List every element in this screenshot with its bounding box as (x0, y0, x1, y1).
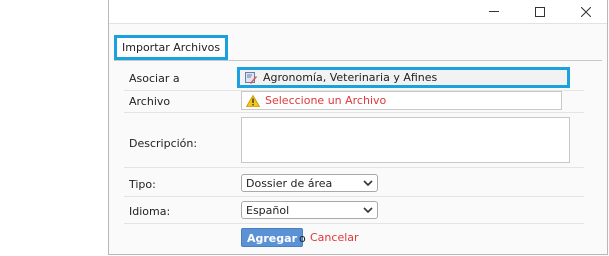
asociar-label: Asociar a (129, 72, 180, 85)
tipo-label: Tipo: (129, 178, 156, 191)
minimize-button[interactable] (471, 0, 516, 23)
maximize-icon (534, 6, 545, 17)
tab-importar-archivos[interactable]: Importar Archivos (114, 35, 229, 60)
agregar-button[interactable]: Agregar (241, 228, 303, 247)
close-button[interactable] (563, 0, 608, 23)
idioma-selected-value: Español (246, 203, 290, 217)
close-icon (580, 6, 591, 17)
row-divider (124, 196, 584, 197)
idioma-label: Idioma: (129, 205, 171, 218)
tipo-selected-value: Dossier de área (246, 176, 333, 190)
dialog-content: Importar Archivos Asociar a Agronomía, V… (109, 23, 607, 254)
maximize-button[interactable] (517, 0, 562, 23)
tipo-select[interactable]: Dossier de área (241, 174, 378, 192)
archivo-field[interactable]: Seleccione un Archivo (241, 91, 562, 110)
dialog-window: Importar Archivos Asociar a Agronomía, V… (108, 0, 608, 255)
warning-icon (246, 94, 260, 107)
chevron-down-icon (363, 180, 373, 186)
row-divider (124, 223, 584, 224)
row-divider (124, 167, 584, 168)
minimize-icon (488, 11, 499, 12)
edit-pencil-icon (245, 71, 257, 84)
archivo-value: Seleccione un Archivo (265, 94, 387, 107)
archivo-label: Archivo (129, 95, 171, 108)
tab-divider (114, 60, 602, 61)
asociar-value: Agronomía, Veterinaria y Afines (263, 71, 438, 84)
cancelar-link[interactable]: Cancelar (310, 231, 359, 244)
separator-text: o (299, 232, 306, 245)
chevron-down-icon (363, 207, 373, 213)
descripcion-label: Descripción: (129, 137, 198, 150)
idioma-select[interactable]: Español (241, 201, 378, 219)
row-divider (124, 112, 584, 113)
descripcion-textarea[interactable] (241, 117, 570, 163)
title-bar (109, 0, 607, 23)
tab-label: Importar Archivos (122, 41, 221, 54)
asociar-field[interactable]: Agronomía, Veterinaria y Afines (237, 67, 570, 88)
